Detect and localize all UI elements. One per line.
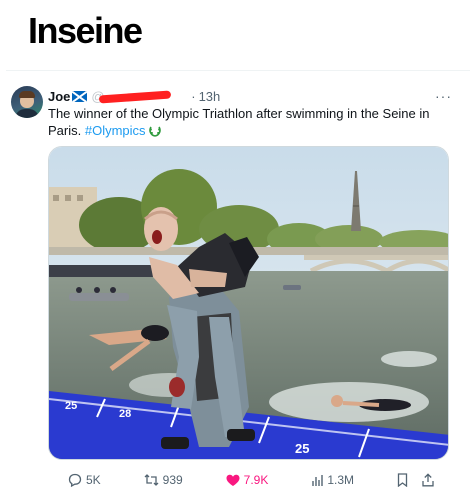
tweet-header: Joe @ · 13h [48,88,220,105]
lane-number: 25 [65,400,77,412]
repost-icon [144,474,159,486]
avatar[interactable] [11,86,43,118]
tweet-card[interactable]: Joe @ · 13h ··· The winner of the Olympi… [6,70,470,494]
views-count: 1.3M [327,473,354,487]
reply-icon [68,473,82,487]
scotland-flag-icon [72,91,88,102]
meme-title: Inseine [28,10,143,51]
hashtag-link[interactable]: #Olympics [85,123,146,138]
tweet-actions: 5K 939 7.9K 1.3M [68,470,434,490]
lane-number: 28 [119,408,131,420]
author-name[interactable]: Joe [48,89,70,104]
redaction-mark [99,90,172,104]
separator-dot: · [191,89,196,104]
tweet-text: The winner of the Olympic Triathlon afte… [48,105,448,139]
heart-icon [226,474,240,486]
views-icon [312,474,324,486]
repost-button[interactable]: 939 [144,473,183,487]
reply-button[interactable]: 5K [68,473,101,487]
action-group-right [397,473,434,487]
lane-number: 25 [295,441,309,456]
olympic-wreath-icon [148,126,161,137]
like-button[interactable]: 7.9K [226,473,269,487]
share-icon[interactable] [422,473,434,487]
bookmark-icon[interactable] [397,473,408,487]
tweet-image[interactable]: 25 28 25 [48,146,449,460]
timestamp[interactable]: 13h [199,89,221,104]
repost-count: 939 [162,473,183,487]
author-handle[interactable]: @ [91,89,188,104]
like-count: 7.9K [243,473,269,487]
reply-count: 5K [86,473,101,487]
more-options-button[interactable]: ··· [435,88,452,104]
views-button[interactable]: 1.3M [311,473,354,487]
